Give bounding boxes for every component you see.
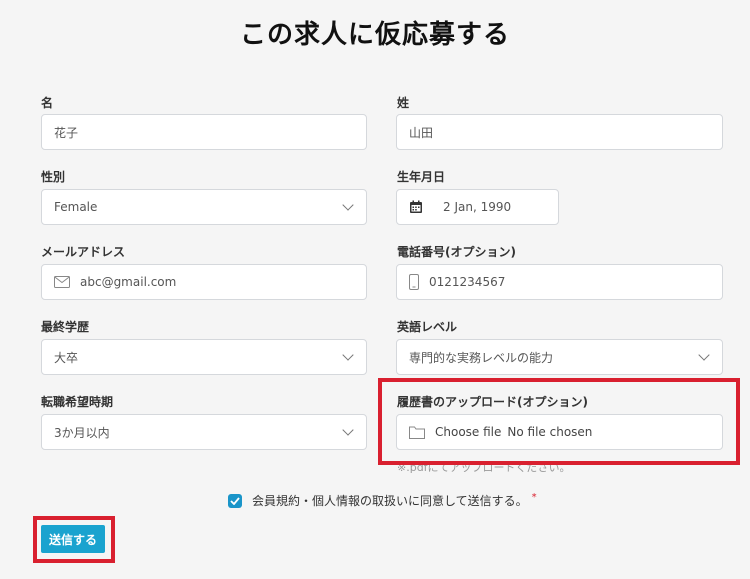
checkmark-icon xyxy=(230,496,240,505)
phone-label: 電話番号(オプション) xyxy=(397,245,516,259)
gender-label: 性別 xyxy=(41,170,66,184)
envelope-icon xyxy=(54,276,70,288)
page-title: この求人に仮応募する xyxy=(239,20,510,50)
timing-value: 3か月以内 xyxy=(54,425,110,440)
birthdate-label: 生年月日 xyxy=(397,170,446,184)
first-name-value: 花子 xyxy=(54,125,79,140)
gender-value: Female xyxy=(54,200,98,214)
calendar-icon xyxy=(409,200,423,214)
required-mark: * xyxy=(531,492,537,503)
english-level-label: 英語レベル xyxy=(397,320,458,334)
agreement-row: 会員規約・個人情報の取扱いに同意して送信する。 * xyxy=(228,492,537,509)
last-name-field[interactable]: 山田 xyxy=(396,114,723,150)
email-field[interactable]: abc@gmail.com xyxy=(41,264,367,300)
education-value: 大卒 xyxy=(54,350,79,365)
phone-field[interactable]: 0121234567 xyxy=(396,264,723,300)
last-name-label: 姓 xyxy=(397,96,410,110)
timing-label: 転職希望時期 xyxy=(41,395,114,409)
birthdate-field[interactable]: 2 Jan, 1990 xyxy=(396,189,559,225)
chevron-down-icon xyxy=(698,349,710,361)
chevron-down-icon xyxy=(342,349,354,361)
email-value: abc@gmail.com xyxy=(80,275,177,289)
chevron-down-icon xyxy=(342,199,354,211)
last-name-value: 山田 xyxy=(409,125,434,140)
english-level-select[interactable]: 専門的な実務レベルの能力 xyxy=(396,339,723,375)
chevron-down-icon xyxy=(342,424,354,436)
mobile-phone-icon xyxy=(409,274,419,290)
gender-select[interactable]: Female xyxy=(41,189,367,225)
first-name-label: 名 xyxy=(41,96,54,110)
email-label: メールアドレス xyxy=(41,245,126,259)
phone-value: 0121234567 xyxy=(429,275,506,289)
birthdate-value: 2 Jan, 1990 xyxy=(443,200,512,214)
education-label: 最終学歴 xyxy=(41,320,90,334)
english-level-value: 専門的な実務レベルの能力 xyxy=(409,350,554,365)
first-name-field[interactable]: 花子 xyxy=(41,114,367,150)
education-select[interactable]: 大卒 xyxy=(41,339,367,375)
submit-button[interactable]: 送信する xyxy=(41,525,105,553)
agreement-label: 会員規約・個人情報の取扱いに同意して送信する。 xyxy=(252,494,528,508)
agreement-checkbox[interactable] xyxy=(228,493,242,508)
timing-select[interactable]: 3か月以内 xyxy=(41,414,367,450)
resume-highlight-frame xyxy=(378,378,740,465)
